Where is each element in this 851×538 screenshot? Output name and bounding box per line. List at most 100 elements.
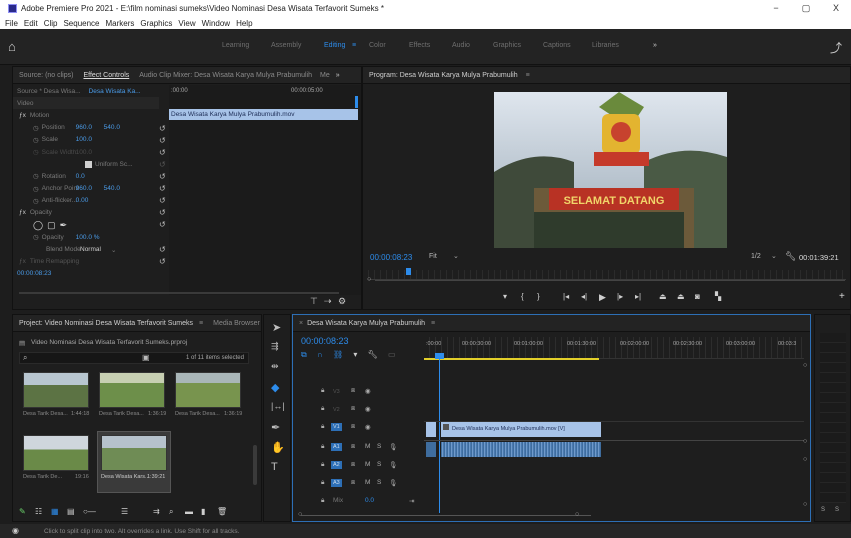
ripple-edit-tool-icon[interactable]: ⇹ bbox=[271, 361, 279, 372]
play-icon[interactable]: ▶ bbox=[599, 292, 606, 303]
reset-icon[interactable]: ↺ bbox=[159, 148, 166, 157]
menu-graphics[interactable]: Graphics bbox=[140, 19, 172, 28]
go-to-end-icon[interactable]: ⇥ bbox=[409, 497, 414, 505]
sync-lock-icon[interactable]: ⧈ bbox=[351, 461, 355, 469]
reset-icon[interactable]: ↺ bbox=[159, 124, 166, 133]
lock-icon[interactable]: 🔒︎ bbox=[321, 423, 324, 431]
program-time-ruler[interactable] bbox=[368, 270, 846, 280]
tab-media-browser[interactable]: Media Browser bbox=[213, 320, 260, 327]
reset-icon[interactable]: ↺ bbox=[159, 257, 166, 266]
tab-audio-clip-mixer[interactable]: Audio Clip Mixer: Desa Wisata Karya Muly… bbox=[139, 72, 312, 79]
razor-tool-icon[interactable]: ◆ bbox=[271, 381, 279, 394]
eye-icon[interactable]: ◉ bbox=[365, 387, 371, 395]
track-label-v2[interactable]: V2 bbox=[333, 407, 340, 413]
menu-clip[interactable]: Clip bbox=[44, 19, 58, 28]
microphone-icon[interactable]: 🎙︎ bbox=[389, 461, 397, 469]
home-icon[interactable]: ⌂ bbox=[8, 39, 16, 54]
ec-clip-bar[interactable]: Desa Wisata Karya Mulya Prabumulih.mov bbox=[169, 109, 358, 120]
scroll-handle-icon[interactable]: ○ bbox=[803, 456, 807, 463]
mute-button[interactable]: M bbox=[365, 479, 370, 486]
source-selector[interactable]: Source * Desa Wisa... bbox=[17, 88, 81, 95]
reset-icon[interactable]: ↺ bbox=[159, 184, 166, 193]
selection-tool-icon[interactable]: ➤ bbox=[272, 321, 281, 334]
program-menu-icon[interactable]: ≡ bbox=[526, 72, 530, 79]
timeline-zoom-scrollbar[interactable] bbox=[301, 515, 591, 516]
eye-icon[interactable]: ◉ bbox=[365, 405, 371, 413]
project-title[interactable]: Project: Video Nominasi Desa Wisata Terf… bbox=[19, 320, 193, 327]
new-bin-icon[interactable]: ▬ bbox=[185, 507, 193, 516]
workspace-graphics[interactable]: Graphics bbox=[493, 42, 521, 49]
microphone-icon[interactable]: 🎙︎ bbox=[389, 443, 397, 451]
track-label-v1[interactable]: V1 bbox=[331, 423, 342, 431]
sync-lock-icon[interactable]: ⧈ bbox=[351, 479, 355, 487]
clip-start-marker[interactable] bbox=[426, 422, 436, 437]
position-x-value[interactable]: 960.0 bbox=[76, 124, 104, 131]
anchor-y-value[interactable]: 540.0 bbox=[104, 185, 120, 192]
workspace-captions[interactable]: Captions bbox=[543, 42, 571, 49]
share-icon[interactable]: ⤴ bbox=[830, 39, 842, 56]
go-to-out-icon[interactable]: ▸| bbox=[635, 292, 641, 301]
sync-lock-icon[interactable]: ⧈ bbox=[351, 387, 355, 395]
pencil-icon[interactable]: ✎ bbox=[19, 507, 26, 516]
ec-playhead[interactable] bbox=[355, 96, 358, 108]
captions-icon[interactable]: ▭ bbox=[388, 350, 396, 359]
rotation-value[interactable]: 0.0 bbox=[76, 173, 85, 180]
solo-button[interactable]: S bbox=[377, 461, 381, 468]
solo-button[interactable]: S bbox=[377, 479, 381, 486]
comparison-view-icon[interactable]: ▚ bbox=[715, 292, 721, 301]
audio-clip-start[interactable] bbox=[426, 442, 436, 457]
extract-icon[interactable]: ⏏ bbox=[677, 292, 685, 301]
timeline-playhead[interactable] bbox=[439, 353, 440, 513]
wrench-icon[interactable]: 🔧︎ bbox=[785, 251, 796, 262]
lock-icon[interactable]: 🔒︎ bbox=[321, 479, 324, 487]
settings-icon[interactable]: ⚙ bbox=[338, 296, 346, 307]
filter-icon[interactable]: ⊤ bbox=[310, 296, 318, 307]
project-menu-icon[interactable]: ≡ bbox=[199, 320, 203, 327]
automate-to-sequence-icon[interactable]: ⇉ bbox=[153, 507, 160, 516]
fit-dropdown[interactable]: Fit bbox=[429, 253, 437, 260]
sync-lock-icon[interactable]: ⧈ bbox=[351, 423, 355, 431]
track-select-tool-icon[interactable]: ⇶ bbox=[271, 341, 279, 352]
close-button[interactable]: X bbox=[821, 0, 851, 17]
fx-icon[interactable]: ƒx bbox=[19, 209, 26, 216]
ec-zoom-scrollbar[interactable] bbox=[19, 292, 339, 294]
ellipse-mask-icon[interactable]: ◯ bbox=[33, 220, 43, 231]
chevron-down-icon[interactable]: ⌄ bbox=[771, 252, 777, 260]
stopwatch-icon[interactable]: ◷ bbox=[33, 233, 39, 241]
new-item-icon[interactable]: ▮ bbox=[201, 507, 205, 516]
slip-tool-icon[interactable]: |↔| bbox=[271, 401, 285, 411]
project-thumbnail[interactable] bbox=[99, 372, 165, 408]
stopwatch-icon[interactable]: ◷ bbox=[33, 124, 39, 132]
program-zoom-scrollbar[interactable] bbox=[375, 280, 845, 281]
hand-tool-icon[interactable]: ✋ bbox=[271, 441, 285, 454]
sync-lock-icon[interactable]: ⧈ bbox=[351, 443, 355, 451]
playhead-handle[interactable] bbox=[435, 353, 444, 359]
stopwatch-icon[interactable]: ◷ bbox=[33, 136, 39, 144]
menu-file[interactable]: File bbox=[5, 19, 18, 28]
project-thumbnail[interactable] bbox=[101, 435, 167, 471]
scroll-handle-icon[interactable]: ○ bbox=[803, 501, 807, 508]
workspace-color[interactable]: Color bbox=[369, 42, 386, 49]
tab-metadata[interactable]: Me bbox=[320, 72, 330, 79]
sort-icons-icon[interactable]: ☰ bbox=[121, 507, 128, 516]
workspace-libraries[interactable]: Libraries bbox=[592, 42, 619, 49]
tab-source[interactable]: Source: (no clips) bbox=[19, 72, 73, 79]
zoom-handle-icon[interactable]: ○ bbox=[298, 511, 302, 518]
panel-more-button[interactable]: » bbox=[336, 72, 340, 79]
stopwatch-icon[interactable]: ◷ bbox=[33, 172, 39, 180]
track-label-a3[interactable]: A3 bbox=[331, 479, 342, 487]
uniform-scale-checkbox[interactable] bbox=[85, 160, 92, 168]
camera-icon[interactable]: ◙ bbox=[695, 292, 700, 301]
reset-icon[interactable]: ↺ bbox=[159, 196, 166, 205]
sequence-selector[interactable]: Desa Wisata Ka... bbox=[89, 88, 141, 95]
opacity-value[interactable]: 100.0 % bbox=[76, 234, 100, 241]
menu-edit[interactable]: Edit bbox=[24, 19, 38, 28]
chevron-down-icon[interactable]: ⌄ bbox=[111, 246, 116, 254]
trash-icon[interactable]: 🗑︎ bbox=[217, 507, 227, 516]
track-label-a1[interactable]: A1 bbox=[331, 443, 342, 451]
reset-icon[interactable]: ↺ bbox=[159, 220, 166, 229]
scroll-handle-icon[interactable]: ○ bbox=[803, 362, 807, 369]
icon-view-icon[interactable]: ▦ bbox=[51, 507, 59, 516]
project-thumbnail[interactable] bbox=[175, 372, 241, 408]
video-clip[interactable]: Desa Wisata Karya Mulya Prabumulih.mov [… bbox=[441, 422, 601, 437]
